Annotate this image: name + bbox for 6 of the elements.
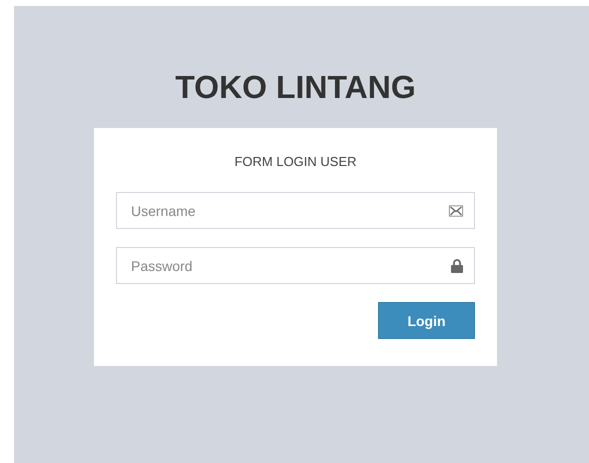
form-heading: FORM LOGIN USER — [233, 154, 358, 169]
password-field[interactable]: Password — [116, 247, 475, 284]
lock-icon — [451, 258, 463, 272]
login-button[interactable]: Login — [378, 302, 475, 339]
username-field[interactable]: Username — [116, 192, 475, 229]
site-title: TOKO LINTANG — [175, 69, 416, 106]
